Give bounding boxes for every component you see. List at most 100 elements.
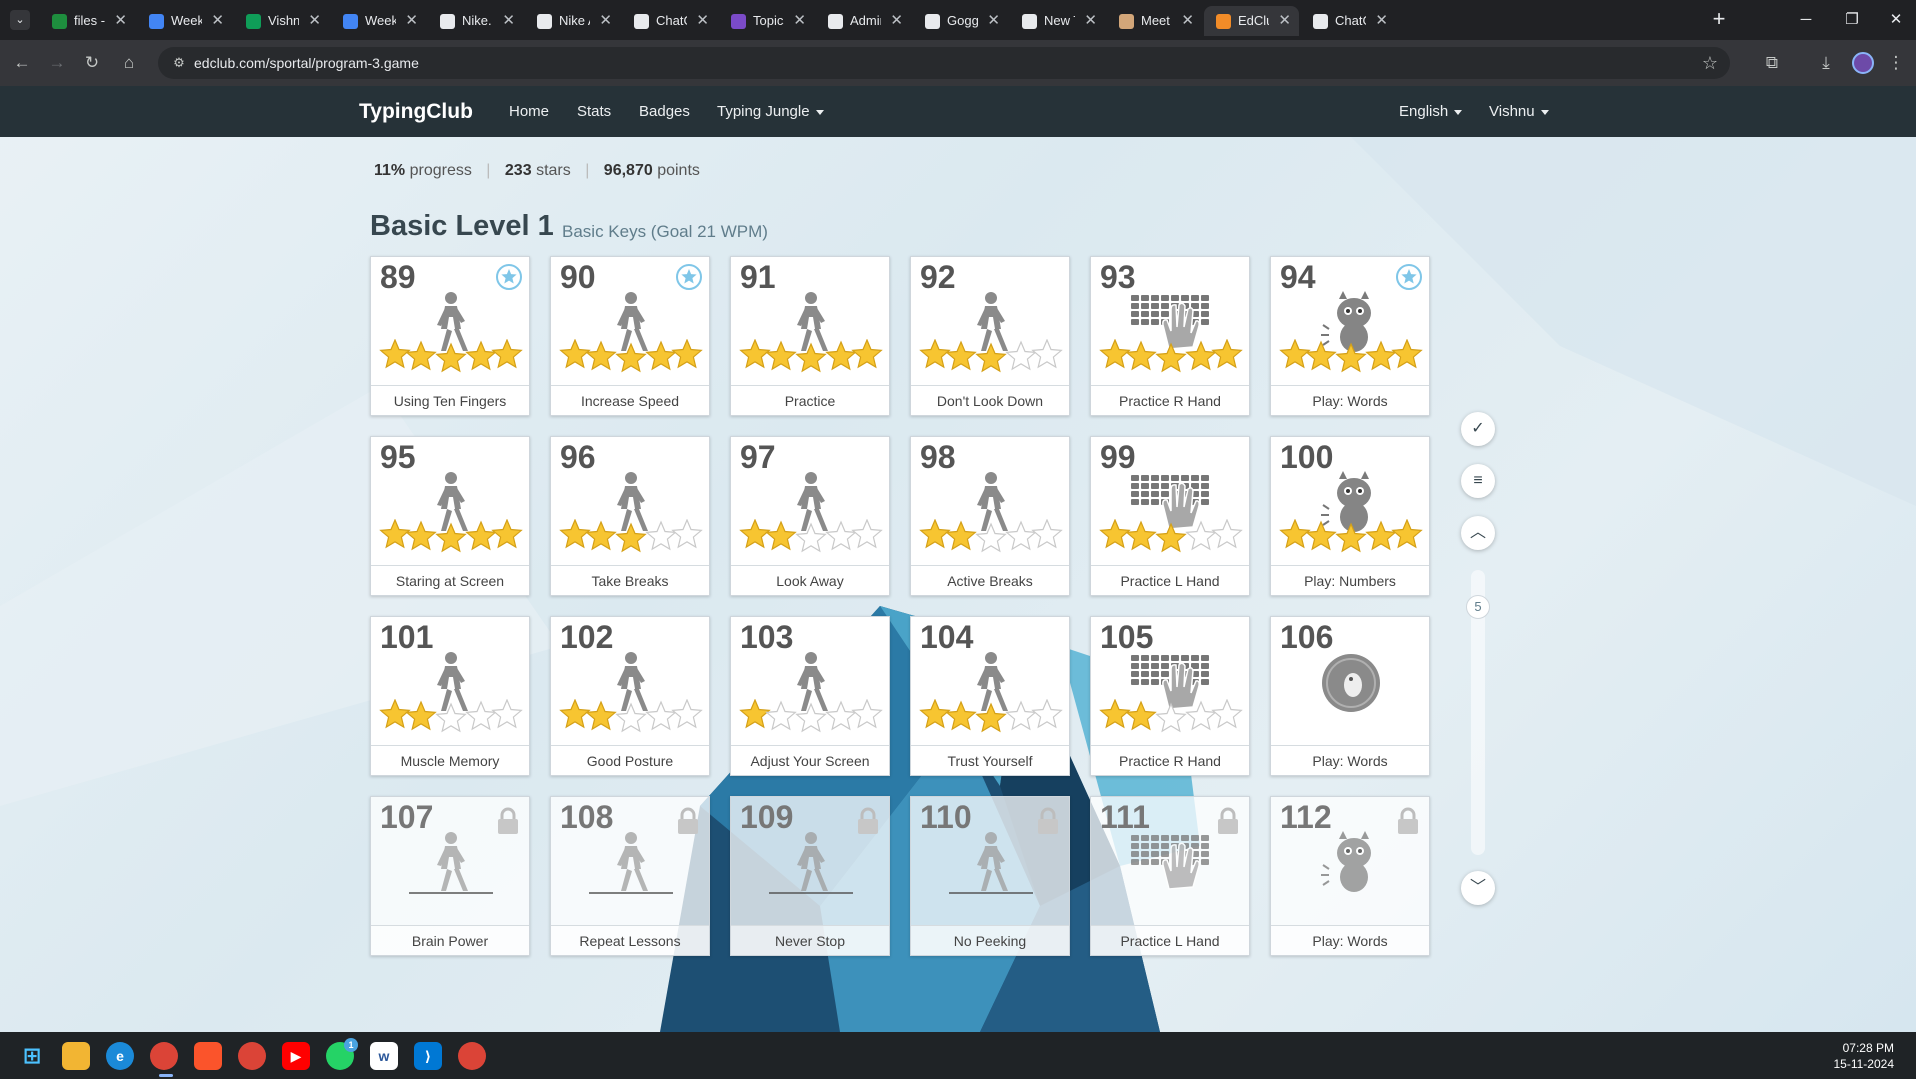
lesson-card[interactable]: 94 Play: Words — [1270, 256, 1430, 416]
language-dropdown[interactable]: English — [1399, 86, 1463, 137]
windows-start-icon[interactable]: ⊞ — [18, 1042, 46, 1070]
vscode-icon[interactable]: ⟩ — [414, 1042, 442, 1070]
lesson-card[interactable]: 101 Muscle Memory — [370, 616, 530, 776]
lesson-card[interactable]: 108 Repeat Lessons — [550, 796, 710, 956]
lesson-card[interactable]: 111 Practice L Hand — [1090, 796, 1250, 956]
lesson-card[interactable]: 97 Look Away — [730, 436, 890, 596]
reload-icon[interactable]: ↻ — [80, 51, 104, 75]
tab-close-icon[interactable]: ✕ — [114, 6, 127, 36]
brand-logo[interactable]: TypingClub — [359, 86, 473, 137]
lesson-card[interactable]: 100 Play: Numbers — [1270, 436, 1430, 596]
tab-close-icon[interactable]: ✕ — [1181, 6, 1194, 36]
tab-favicon-icon — [52, 14, 67, 29]
lesson-card[interactable]: 102 Good Posture — [550, 616, 710, 776]
browser-tab[interactable]: Meet - fa ✕ — [1107, 6, 1202, 36]
close-window-icon[interactable]: ✕ — [1876, 6, 1916, 34]
browser-tab[interactable]: ChatGPT ✕ — [622, 6, 717, 36]
lesson-card[interactable]: 95 Staring at Screen — [370, 436, 530, 596]
forward-icon[interactable]: → — [45, 51, 69, 75]
browser-tab[interactable]: Admin ✕ — [816, 6, 911, 36]
browser-tab[interactable]: Week 9_ ✕ — [137, 6, 232, 36]
minimize-icon[interactable]: ─ — [1786, 6, 1826, 34]
chevron-up-icon[interactable]: ︿ — [1461, 516, 1495, 550]
lesson-card[interactable]: 96 Take Breaks — [550, 436, 710, 596]
address-bar[interactable]: ⚙ edclub.com/sportal/program-3.game ☆ — [158, 47, 1730, 79]
chrome-icon[interactable] — [150, 1042, 178, 1070]
user-dropdown[interactable]: Vishnu — [1489, 86, 1549, 137]
browser-tab[interactable]: Nike ADI ✕ — [525, 6, 620, 36]
browser-tab[interactable]: Nike. Jus ✕ — [428, 6, 523, 36]
more-menu-icon[interactable]: ⋮ — [1884, 51, 1908, 75]
tab-close-icon[interactable]: ✕ — [502, 6, 515, 36]
lesson-card[interactable]: 91 Practice — [730, 256, 890, 416]
back-icon[interactable]: ← — [10, 51, 34, 75]
lesson-card[interactable]: 104 Trust Yourself — [910, 616, 1070, 776]
nav-home[interactable]: Home — [509, 86, 549, 137]
star-empty-icon — [825, 700, 857, 731]
restore-icon[interactable]: ❐ — [1832, 6, 1872, 34]
page-indicator[interactable]: 5 — [1466, 595, 1490, 619]
tab-close-icon[interactable]: ✕ — [696, 6, 709, 36]
home-icon[interactable]: ⌂ — [117, 51, 141, 75]
extensions-icon[interactable]: ⧉ — [1760, 51, 1784, 75]
chrome-user-icon[interactable] — [458, 1042, 486, 1070]
lesson-card[interactable]: 106 Play: Words — [1270, 616, 1430, 776]
lesson-title: No Peeking — [911, 925, 1069, 955]
browser-tab[interactable]: Vishnu K ✕ — [234, 6, 329, 36]
new-tab-button[interactable]: + — [1705, 6, 1733, 34]
star-filled-icon — [765, 340, 797, 371]
tab-search-button[interactable]: ⌄ — [10, 10, 30, 30]
tab-close-icon[interactable]: ✕ — [211, 6, 224, 36]
lesson-card[interactable]: 105 Practice R Hand — [1090, 616, 1250, 776]
tab-close-icon[interactable]: ✕ — [890, 6, 903, 36]
tab-close-icon[interactable]: ✕ — [599, 6, 612, 36]
star-empty-icon — [1211, 518, 1243, 549]
browser-tab[interactable]: New Tab ✕ — [1010, 6, 1105, 36]
tab-close-icon[interactable]: ✕ — [405, 6, 418, 36]
lesson-card[interactable]: 109 Never Stop — [730, 796, 890, 956]
download-icon[interactable]: ⤓ — [1814, 51, 1838, 75]
lesson-card[interactable]: 98 Active Breaks — [910, 436, 1070, 596]
tab-close-icon[interactable]: ✕ — [1278, 6, 1291, 36]
site-info-icon[interactable]: ⚙ — [170, 54, 188, 72]
chevron-down-icon[interactable]: ﹀ — [1461, 871, 1495, 905]
lesson-card[interactable]: 99 Practice L Hand — [1090, 436, 1250, 596]
brave-icon[interactable] — [194, 1042, 222, 1070]
chrome-profile-icon[interactable] — [238, 1042, 266, 1070]
lesson-card[interactable]: 110 No Peeking — [910, 796, 1070, 956]
tab-favicon-icon — [537, 14, 552, 29]
file-explorer-icon[interactable] — [62, 1042, 90, 1070]
menu-icon[interactable]: ≡ — [1461, 464, 1495, 498]
bookmark-star-icon[interactable]: ☆ — [1702, 47, 1718, 79]
url-text[interactable]: edclub.com/sportal/program-3.game — [194, 47, 419, 79]
tab-close-icon[interactable]: ✕ — [308, 6, 321, 36]
nav-stats[interactable]: Stats — [577, 86, 611, 137]
lesson-title: Play: Words — [1271, 745, 1429, 775]
youtube-icon[interactable]: ▶ — [282, 1042, 310, 1070]
star-filled-icon — [945, 520, 977, 551]
browser-tab[interactable]: Goggles ✕ — [913, 6, 1008, 36]
lesson-card[interactable]: 90 Increase Speed — [550, 256, 710, 416]
browser-tab[interactable]: ChatGPT ✕ — [1301, 6, 1396, 36]
lesson-card[interactable]: 107 Brain Power — [370, 796, 530, 956]
tab-close-icon[interactable]: ✕ — [1375, 6, 1388, 36]
check-circle-icon[interactable]: ✓ — [1461, 412, 1495, 446]
profile-avatar[interactable] — [1852, 52, 1874, 74]
lesson-card[interactable]: 103 Adjust Your Screen — [730, 616, 890, 776]
system-clock[interactable]: 07:28 PM 15-11-2024 — [1834, 1040, 1895, 1072]
tab-close-icon[interactable]: ✕ — [1084, 6, 1097, 36]
lesson-card[interactable]: 89 Using Ten Fingers — [370, 256, 530, 416]
tab-close-icon[interactable]: ✕ — [793, 6, 806, 36]
tab-close-icon[interactable]: ✕ — [987, 6, 1000, 36]
nav-badges[interactable]: Badges — [639, 86, 690, 137]
lesson-card[interactable]: 112 Play: Words — [1270, 796, 1430, 956]
lesson-card[interactable]: 93 Practice R Hand — [1090, 256, 1250, 416]
word-icon[interactable]: w — [370, 1042, 398, 1070]
edge-icon[interactable]: e — [106, 1042, 134, 1070]
browser-tab[interactable]: EdClub ✕ — [1204, 6, 1299, 36]
browser-tab[interactable]: Week 3_ ✕ — [331, 6, 426, 36]
browser-tab[interactable]: Topics to ✕ — [719, 6, 814, 36]
nav-program-dropdown[interactable]: Typing Jungle — [717, 86, 824, 137]
lesson-card[interactable]: 92 Don't Look Down — [910, 256, 1070, 416]
browser-tab[interactable]: files - Go ✕ — [40, 6, 135, 36]
